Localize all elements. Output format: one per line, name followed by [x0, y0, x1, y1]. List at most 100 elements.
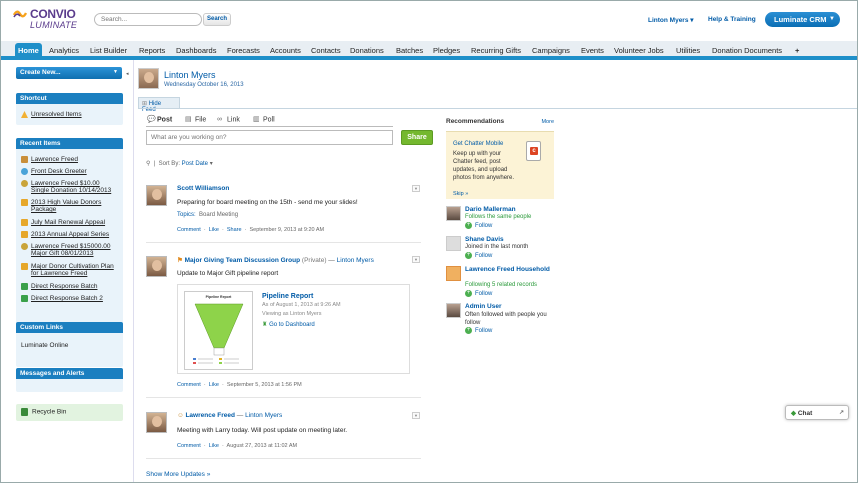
chatter-mobile-link[interactable]: Get Chatter Mobile	[453, 141, 503, 147]
collapse-sidebar-icon[interactable]: ◂	[126, 71, 129, 77]
topic-link[interactable]: Board Meeting	[199, 212, 238, 218]
group-link[interactable]: Major Giving Team Discussion Group	[185, 257, 300, 264]
tab-analytics[interactable]: Analytics	[46, 44, 82, 59]
poll-icon: ▥	[253, 116, 260, 123]
publisher-file[interactable]: ▤ File	[185, 116, 206, 123]
custom-link-luminate-online[interactable]: Luminate Online	[21, 342, 68, 349]
publisher-post[interactable]: 💬Post	[147, 116, 172, 123]
recent-item[interactable]: Lawrence Freed $10.00 Single Donation 10…	[21, 180, 119, 194]
recent-item[interactable]: 2013 High Value Donors Package	[21, 199, 119, 213]
follow-button[interactable]: + Follow	[465, 290, 492, 297]
tab-forecasts[interactable]: Forecasts	[224, 44, 263, 59]
follow-button[interactable]: + Follow	[465, 222, 492, 229]
tab-bar: Home Analytics List Builder Reports Dash…	[1, 41, 857, 60]
feed-author[interactable]: Scott Williamson	[177, 185, 229, 192]
chat-widget[interactable]: ◆ Chat ↗	[785, 405, 849, 420]
tab-pledges[interactable]: Pledges	[430, 44, 463, 59]
shortcut-box: Shortcut Unresolved Items	[16, 93, 123, 125]
tab-campaigns[interactable]: Campaigns	[529, 44, 573, 59]
follow-button[interactable]: + Follow	[465, 252, 492, 259]
tab-list-builder[interactable]: List Builder	[87, 44, 130, 59]
like-link[interactable]: Like	[209, 382, 219, 388]
recommendations-more-link[interactable]: More	[541, 119, 554, 125]
recent-item[interactable]: Lawrence Freed	[21, 156, 78, 163]
recommendation-name[interactable]: Lawrence Freed Household	[465, 266, 550, 274]
recent-item[interactable]: July Mail Renewal Appeal	[21, 219, 105, 226]
user-menu[interactable]: Linton Myers ▾	[648, 16, 694, 24]
attachment-title[interactable]: Pipeline Report	[262, 293, 313, 300]
feed-author-avatar[interactable]	[146, 256, 167, 277]
sort-by-dropdown[interactable]: Post Date	[182, 161, 208, 167]
share-link[interactable]: Share	[227, 227, 242, 233]
divider	[146, 242, 421, 243]
feed-item-menu[interactable]: ▼	[412, 256, 420, 263]
expand-icon[interactable]: ↗	[839, 409, 844, 416]
recommendation-name[interactable]: Dario Mallerman	[465, 206, 516, 213]
recent-item[interactable]: Major Donor Cultivation Plan for Lawrenc…	[21, 263, 119, 277]
profile-name[interactable]: Linton Myers	[164, 70, 216, 80]
tab-dashboards[interactable]: Dashboards	[173, 44, 219, 59]
recent-item[interactable]: 2013 Annual Appeal Series	[21, 231, 109, 238]
convio-logo[interactable]: CONVIO LUMINATE	[13, 7, 83, 33]
recommendation-name[interactable]: Admin User	[465, 303, 501, 310]
tab-add[interactable]: +	[792, 44, 802, 59]
create-new-button[interactable]: Create New... ▼	[16, 67, 122, 79]
feed-author-avatar[interactable]	[146, 185, 167, 206]
profile-avatar[interactable]	[138, 68, 159, 89]
help-link[interactable]: Help & Training	[708, 16, 756, 23]
recent-item[interactable]: Lawrence Freed $15000.00 Major Gift 08/0…	[21, 243, 119, 257]
skip-link[interactable]: Skip »	[453, 191, 468, 197]
divider	[146, 458, 421, 459]
dashboard-thumbnail[interactable]: Pipeline Report	[184, 291, 253, 370]
tab-recurring-gifts[interactable]: Recurring Gifts	[468, 44, 524, 59]
tab-utilities[interactable]: Utilities	[673, 44, 703, 59]
go-to-dashboard-label: Go to Dashboard	[269, 322, 315, 328]
search-input[interactable]	[94, 13, 202, 26]
publisher-poll[interactable]: ▥ Poll	[253, 116, 275, 123]
feed-item-menu[interactable]: ▼	[412, 185, 420, 192]
tab-batches[interactable]: Batches	[393, 44, 426, 59]
search-button[interactable]: Search	[203, 13, 231, 26]
feed-item-menu[interactable]: ▼	[412, 412, 420, 419]
follow-button[interactable]: + Follow	[465, 327, 492, 334]
go-to-dashboard-link[interactable]: ♜ Go to Dashboard	[262, 321, 315, 328]
recycle-bin[interactable]: Recycle Bin	[16, 404, 123, 421]
recent-items-title: Recent Items	[16, 138, 123, 149]
tab-donations[interactable]: Donations	[347, 44, 387, 59]
comment-link[interactable]: Comment	[177, 227, 201, 233]
comment-link[interactable]: Comment	[177, 443, 201, 449]
tab-events[interactable]: Events	[578, 44, 607, 59]
tab-accounts[interactable]: Accounts	[267, 44, 304, 59]
like-link[interactable]: Like	[209, 227, 219, 233]
avatar[interactable]	[446, 236, 461, 251]
target-link[interactable]: Linton Myers	[337, 257, 374, 264]
comment-link[interactable]: Comment	[177, 382, 201, 388]
sidebar-item-unresolved[interactable]: Unresolved Items	[21, 111, 82, 118]
author-link[interactable]: Lawrence Freed	[185, 412, 235, 419]
show-more-updates-link[interactable]: Show More Updates »	[146, 471, 210, 478]
household-icon[interactable]	[446, 266, 461, 281]
recent-item[interactable]: Direct Response Batch	[21, 283, 97, 290]
recent-item-label: Major Donor Cultivation Plan for Lawrenc…	[31, 263, 114, 278]
like-link[interactable]: Like	[209, 443, 219, 449]
publisher-link[interactable]: ∞ Link	[217, 116, 240, 123]
feed-author-avatar[interactable]	[146, 412, 167, 433]
recent-item[interactable]: Direct Response Batch 2	[21, 295, 103, 302]
tab-volunteer-jobs[interactable]: Volunteer Jobs	[611, 44, 667, 59]
publisher-input[interactable]	[146, 130, 393, 145]
target-link[interactable]: Linton Myers	[245, 412, 282, 419]
sort-by-label: Sort By:	[158, 161, 180, 167]
tab-reports[interactable]: Reports	[136, 44, 168, 59]
feed-search-icon[interactable]: ⚲	[146, 161, 150, 167]
avatar[interactable]	[446, 206, 461, 221]
app-switcher[interactable]: Luminate CRM ▼	[765, 12, 840, 27]
tab-home[interactable]: Home	[15, 43, 42, 60]
hide-feed-button[interactable]: ⊞ Hide Feed	[138, 97, 180, 113]
share-button[interactable]: Share	[401, 130, 433, 145]
recommendation-name[interactable]: Shane Davis	[465, 236, 504, 243]
avatar[interactable]	[446, 303, 461, 318]
recent-item[interactable]: Front Desk Greeter	[21, 168, 87, 175]
tab-contacts[interactable]: Contacts	[308, 44, 344, 59]
tab-donation-documents[interactable]: Donation Documents	[709, 44, 785, 59]
chevron-down-icon: ▾	[690, 17, 694, 24]
